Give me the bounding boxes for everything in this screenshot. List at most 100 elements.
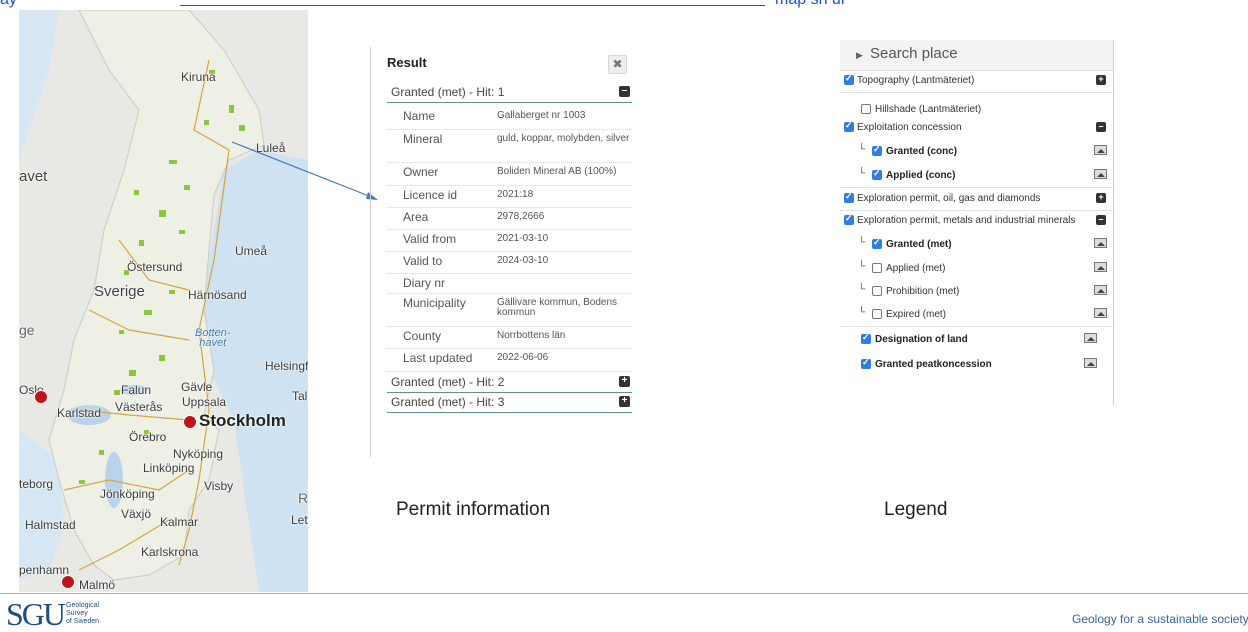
checkbox-checked-icon[interactable] xyxy=(844,120,854,132)
checkbox-unchecked-icon[interactable] xyxy=(872,286,882,296)
label-r: R xyxy=(298,490,308,506)
layer-expired-met[interactable]: └ Expired (met) xyxy=(840,304,1113,327)
legend-image-icon[interactable] xyxy=(1094,262,1107,272)
label-falun: Falun xyxy=(121,383,152,397)
hit-1-header[interactable]: Granted (met) - Hit: 1 – xyxy=(387,83,632,103)
hit-2-header[interactable]: Granted (met) - Hit: 2 + xyxy=(387,373,632,393)
attr-key: Last updated xyxy=(403,351,473,365)
pointer-arrow xyxy=(231,141,378,200)
collapse-icon[interactable]: – xyxy=(1096,215,1106,225)
tree-elbow-icon: └ xyxy=(858,307,866,318)
layer-label: Granted (met) xyxy=(886,239,952,250)
layer-applied-met[interactable]: └ Applied (met) xyxy=(840,258,1113,280)
layer-exploration-oil[interactable]: Exploration permit, oil, gas and diamond… xyxy=(840,188,1113,211)
layer-granted-met[interactable]: └ Granted (met) xyxy=(840,234,1113,256)
layer-label: Applied (met) xyxy=(886,263,946,274)
label-uppsala: Uppsala xyxy=(182,395,227,409)
attr-value: Gallaberget nr 1003 xyxy=(497,110,586,121)
checkbox-unchecked-icon[interactable] xyxy=(872,263,882,273)
close-icon[interactable]: ✖ xyxy=(608,55,627,74)
checkbox-checked-icon[interactable] xyxy=(872,144,882,156)
legend-image-icon[interactable] xyxy=(1094,145,1107,155)
stockholm-dot-icon xyxy=(183,415,197,429)
layer-exploration-metals[interactable]: Exploration permit, metals and industria… xyxy=(840,210,1113,232)
checkbox-checked-icon[interactable] xyxy=(844,73,854,85)
label-karlskrona: Karlskrona xyxy=(141,545,199,559)
legend-caption: Legend xyxy=(884,499,948,520)
legend-image-icon[interactable] xyxy=(1084,358,1097,368)
legend-panel: ▶ Search place Topography (Lantmäteriet)… xyxy=(840,40,1114,405)
hit-3-header[interactable]: Granted (met) - Hit: 3 + xyxy=(387,393,632,413)
checkbox-checked-icon[interactable] xyxy=(844,213,854,225)
layer-designation-of-land[interactable]: Designation of land xyxy=(840,329,1113,351)
attr-row: Valid from 2021-03-10 xyxy=(387,230,632,252)
attr-value: guld, koppar, molybden, silver xyxy=(497,133,630,144)
attr-row: Name Gallaberget nr 1003 xyxy=(387,107,632,130)
attr-row: Last updated 2022-06-06 xyxy=(387,349,632,372)
tree-elbow-icon: └ xyxy=(858,168,866,179)
footer-divider xyxy=(0,593,1248,594)
attribute-table: Name Gallaberget nr 1003 Mineral guld, k… xyxy=(387,107,632,372)
expand-icon[interactable]: + xyxy=(619,376,630,387)
tree-elbow-icon: └ xyxy=(858,284,866,295)
layer-granted-conc[interactable]: └ Granted (conc) xyxy=(840,141,1113,163)
collapse-icon[interactable]: – xyxy=(1096,122,1106,132)
layer-prohibition-met[interactable]: └ Prohibition (met) xyxy=(840,281,1113,303)
legend-image-icon[interactable] xyxy=(1084,333,1097,343)
label-gavle: Gävle xyxy=(181,380,213,394)
layer-topography[interactable]: Topography (Lantmäteriet) + xyxy=(840,70,1113,93)
hit-1-label: Granted (met) - Hit: 1 xyxy=(391,85,505,99)
checkbox-checked-icon[interactable] xyxy=(861,332,871,344)
checkbox-checked-icon[interactable] xyxy=(861,357,871,369)
legend-image-icon[interactable] xyxy=(1094,308,1107,318)
collapse-icon[interactable]: – xyxy=(619,86,630,97)
checkbox-checked-icon[interactable] xyxy=(872,237,882,249)
attr-key: Licence id xyxy=(403,188,458,202)
attr-value: 2978,2666 xyxy=(497,211,545,222)
label-visby: Visby xyxy=(204,479,234,493)
layer-label: Applied (conc) xyxy=(886,170,956,181)
attr-row: Owner Boliden Mineral AB (100%) xyxy=(387,163,632,186)
checkbox-unchecked-icon[interactable] xyxy=(861,104,871,114)
label-stockholm: Stockholm xyxy=(199,411,286,430)
attr-value: 2021-03-10 xyxy=(497,233,549,244)
label-vasteras: Västerås xyxy=(115,400,163,414)
label-teborg: teborg xyxy=(19,477,54,491)
expand-icon[interactable]: + xyxy=(1096,193,1106,203)
label-karlstad: Karlstad xyxy=(57,406,102,420)
attr-row: Licence id 2021:18 xyxy=(387,186,632,208)
label-nykoping: Nyköping xyxy=(173,447,224,461)
caret-right-icon: ▶ xyxy=(856,50,863,60)
result-title: Result xyxy=(387,55,427,70)
permit-caption: Permit information xyxy=(396,499,551,520)
legend-image-icon[interactable] xyxy=(1094,169,1107,179)
label-halmstad: Halmstad xyxy=(25,518,76,532)
expand-icon[interactable]: + xyxy=(619,396,630,407)
label-harnosand: Härnösand xyxy=(188,288,247,302)
legend-image-icon[interactable] xyxy=(1094,238,1107,248)
label-penhamn: penhamn xyxy=(19,563,70,577)
layer-exploitation-concession[interactable]: Exploitation concession – xyxy=(840,117,1113,139)
search-place-toggle[interactable]: ▶ Search place xyxy=(840,40,1113,71)
layer-label: Exploration permit, oil, gas and diamond… xyxy=(857,193,1041,204)
legend-image-icon[interactable] xyxy=(1094,285,1107,295)
checkbox-checked-icon[interactable] xyxy=(844,191,854,203)
layer-granted-peat[interactable]: Granted peatkoncession xyxy=(840,354,1113,376)
attr-key: Diary nr xyxy=(403,276,446,290)
layer-label: Hillshade (Lantmäteriet) xyxy=(875,104,982,115)
checkbox-unchecked-icon[interactable] xyxy=(872,309,882,319)
attr-value: 2024-03-10 xyxy=(497,255,549,266)
checkbox-checked-icon[interactable] xyxy=(872,168,882,180)
layer-label: Exploitation concession xyxy=(857,122,962,133)
layer-label: Granted peatkoncession xyxy=(875,359,992,370)
expand-icon[interactable]: + xyxy=(1096,75,1106,85)
attr-value: 2022-06-06 xyxy=(497,352,549,363)
footer-tagline: Geology for a sustainable society xyxy=(1072,612,1248,626)
layer-label: Granted (conc) xyxy=(886,146,958,157)
attr-row: Valid to 2024-03-10 xyxy=(387,252,632,274)
top-text-suffix: map sh ur xyxy=(775,0,846,9)
label-vaxjo: Växjö xyxy=(121,507,152,521)
layer-applied-conc[interactable]: └ Applied (conc) xyxy=(840,165,1113,188)
label-tall: Tall xyxy=(292,389,308,403)
label-jonkoping: Jönköping xyxy=(100,487,155,501)
